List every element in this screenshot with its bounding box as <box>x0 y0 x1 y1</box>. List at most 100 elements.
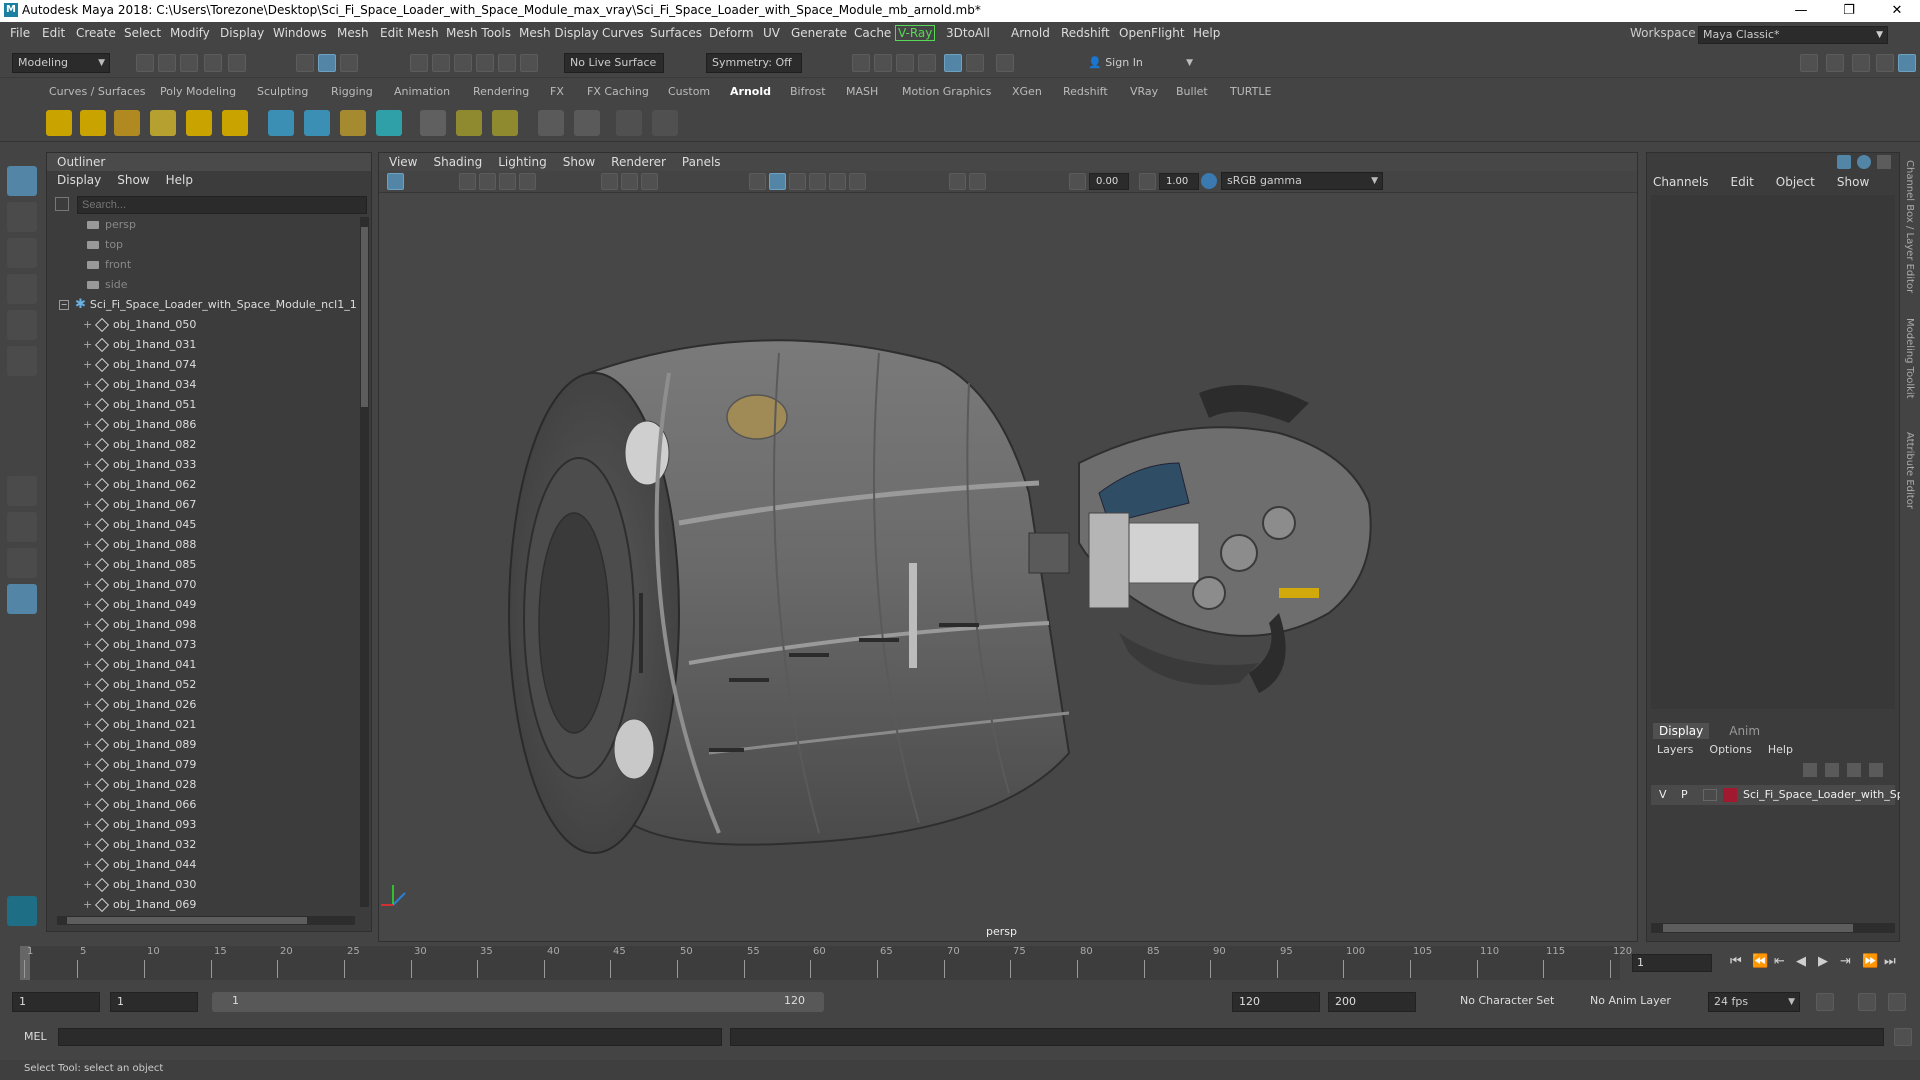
use-all-lights-icon[interactable] <box>829 173 846 190</box>
isolate-select-icon[interactable] <box>949 173 966 190</box>
menu-vray[interactable]: V-Ray <box>895 25 936 41</box>
layer-type-toggle[interactable] <box>1703 789 1717 801</box>
menu-surfaces[interactable]: Surfaces <box>650 26 702 40</box>
side-tab-channel-box[interactable]: Channel Box / Layer Editor <box>1904 160 1915 293</box>
layer-playback-toggle[interactable]: P <box>1681 785 1688 805</box>
loop-icon[interactable] <box>1816 993 1834 1011</box>
outliner-camera-side[interactable]: side <box>47 275 359 295</box>
expand-icon[interactable]: + <box>83 735 93 755</box>
menu-redshift[interactable]: Redshift <box>1061 26 1110 40</box>
render-view-icon[interactable] <box>616 110 642 136</box>
menu-mesh-tools[interactable]: Mesh Tools <box>446 26 511 40</box>
color-space-select[interactable]: sRGB gamma ▼ <box>1221 172 1383 190</box>
menu-3dtoall[interactable]: 3DtoAll <box>946 26 990 40</box>
channel-box-icon[interactable] <box>1837 155 1851 169</box>
outliner-item[interactable]: + obj_1hand_079 <box>47 755 359 775</box>
menu-edit-mesh[interactable]: Edit Mesh <box>380 26 439 40</box>
fps-select[interactable]: 24 fps ▼ <box>1708 992 1800 1012</box>
shelf-tab-arnold[interactable]: Arnold <box>730 85 771 98</box>
expand-icon[interactable]: + <box>83 335 93 355</box>
outliner-item[interactable]: + obj_1hand_069 <box>47 895 359 915</box>
expand-icon[interactable]: + <box>83 775 93 795</box>
collapse-icon[interactable]: − <box>59 300 69 310</box>
expand-icon[interactable]: + <box>83 615 93 635</box>
shelf-tab-mash[interactable]: MASH <box>846 85 878 98</box>
scale-tool-icon[interactable] <box>7 346 37 376</box>
expand-icon[interactable]: + <box>83 515 93 535</box>
step-back-icon[interactable]: ⏪ <box>1752 954 1768 969</box>
render-settings-icon[interactable] <box>918 54 936 72</box>
tool-settings-icon[interactable] <box>1852 54 1870 72</box>
outliner-item[interactable]: + obj_1hand_066 <box>47 795 359 815</box>
select-component-icon[interactable] <box>340 54 358 72</box>
outliner-item[interactable]: + obj_1hand_049 <box>47 595 359 615</box>
expand-icon[interactable]: + <box>83 315 93 335</box>
command-input[interactable] <box>58 1028 722 1046</box>
shelf-tab-animation[interactable]: Animation <box>394 85 450 98</box>
expand-icon[interactable]: + <box>83 815 93 835</box>
wireframe-on-shaded-icon[interactable] <box>789 173 806 190</box>
volume-icon[interactable] <box>304 110 330 136</box>
expand-icon[interactable]: + <box>83 855 93 875</box>
menu-arnold[interactable]: Arnold <box>1011 26 1050 40</box>
scrollbar-thumb[interactable] <box>361 227 368 407</box>
license-manager-icon[interactable] <box>538 110 564 136</box>
sign-in-button[interactable]: 👤 Sign In ▼ <box>1082 53 1198 73</box>
play-forward-icon[interactable]: ▶ <box>1818 954 1828 969</box>
playback-start-field[interactable]: 1 <box>110 992 198 1012</box>
outliner-camera-persp[interactable]: persp <box>47 215 359 235</box>
expand-icon[interactable]: + <box>83 455 93 475</box>
standin-icon[interactable] <box>268 110 294 136</box>
render-frame-icon[interactable] <box>852 54 870 72</box>
snap-curve-icon[interactable] <box>432 54 450 72</box>
close-button[interactable]: ✕ <box>1874 0 1920 22</box>
outliner-item[interactable]: + obj_1hand_093 <box>47 815 359 835</box>
texture-manager-icon[interactable] <box>456 110 482 136</box>
layer-tab-display[interactable]: Display <box>1653 723 1710 739</box>
auto-key-icon[interactable] <box>1858 993 1876 1011</box>
expand-icon[interactable] <box>1877 155 1891 169</box>
outliner-item[interactable]: + obj_1hand_082 <box>47 435 359 455</box>
tx-manager-icon[interactable] <box>492 110 518 136</box>
layer-menu-layers[interactable]: Layers <box>1657 743 1693 756</box>
smooth-shade-icon[interactable] <box>769 173 786 190</box>
expand-icon[interactable]: + <box>83 475 93 495</box>
outliner-item[interactable]: + obj_1hand_028 <box>47 775 359 795</box>
outliner-layout-icon[interactable] <box>7 584 37 614</box>
bookmark-icon[interactable] <box>479 173 496 190</box>
menu-file[interactable]: File <box>10 26 30 40</box>
outliner-item[interactable]: + obj_1hand_089 <box>47 735 359 755</box>
outliner-camera-top[interactable]: top <box>47 235 359 255</box>
select-hierarchy-icon[interactable] <box>296 54 314 72</box>
gamma-icon[interactable] <box>1139 173 1156 190</box>
shelf-tab-rendering[interactable]: Rendering <box>473 85 529 98</box>
outliner-item[interactable]: + obj_1hand_067 <box>47 495 359 515</box>
shelf-tab-fx-caching[interactable]: FX Caching <box>587 85 649 98</box>
expand-icon[interactable]: + <box>83 575 93 595</box>
curve-collector-icon[interactable] <box>340 110 366 136</box>
outliner-item[interactable]: + obj_1hand_051 <box>47 395 359 415</box>
outliner-item[interactable]: + obj_1hand_050 <box>47 315 359 335</box>
expand-icon[interactable]: + <box>83 395 93 415</box>
arnold-render-icon[interactable] <box>944 54 962 72</box>
select-object-icon[interactable] <box>318 54 336 72</box>
outliner-item[interactable]: + obj_1hand_073 <box>47 635 359 655</box>
expand-icon[interactable]: + <box>83 535 93 555</box>
render-icon[interactable] <box>652 110 678 136</box>
viewport-menu-shading[interactable]: Shading <box>433 155 482 169</box>
outliner-item[interactable]: + obj_1hand_085 <box>47 555 359 575</box>
layer-name[interactable]: Sci_Fi_Space_Loader_with_Spa <box>1743 785 1910 805</box>
menu-mesh-display[interactable]: Mesh Display <box>519 26 599 40</box>
outliner-item[interactable]: + obj_1hand_045 <box>47 515 359 535</box>
shelf-tab-turtle[interactable]: TURTLE <box>1230 85 1271 98</box>
light-portal-icon[interactable] <box>186 110 212 136</box>
shelf-tab-bullet[interactable]: Bullet <box>1176 85 1208 98</box>
lasso-tool-icon[interactable] <box>7 202 37 232</box>
menu-modify[interactable]: Modify <box>170 26 210 40</box>
new-scene-icon[interactable] <box>136 54 154 72</box>
channel-menu-show[interactable]: Show <box>1837 175 1869 189</box>
playback-end-field[interactable]: 120 <box>1232 992 1320 1012</box>
exposure-icon[interactable] <box>1069 173 1086 190</box>
viewport-menu-lighting[interactable]: Lighting <box>498 155 547 169</box>
lock-icon[interactable] <box>1898 54 1916 72</box>
